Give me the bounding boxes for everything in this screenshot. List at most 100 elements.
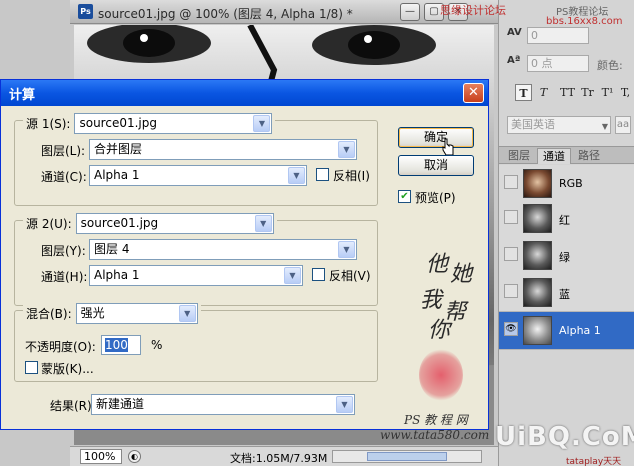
baseline-row: Aª 0 点 颜色:: [499, 52, 634, 76]
tracking-icon: AV: [507, 27, 522, 38]
channel-thumbnail: [523, 241, 552, 270]
blending-legend: 混合(B): 强光 ▼: [23, 303, 201, 324]
cancel-button[interactable]: 取消: [398, 155, 474, 176]
visibility-toggle[interactable]: [504, 175, 518, 189]
source2-label: 源 2(U):: [26, 217, 72, 231]
hand-cursor-icon: [442, 138, 454, 156]
faux-bold-button[interactable]: T: [515, 84, 532, 101]
opacity-input[interactable]: 100: [101, 335, 141, 355]
source1-label: 源 1(S):: [26, 117, 71, 131]
channel-name: 蓝: [559, 288, 570, 301]
channel-name: 红: [559, 214, 570, 227]
document-title: source01.jpg @ 100% (图层 4, Alpha 1/8) *: [98, 7, 353, 21]
document-titlebar[interactable]: Ps source01.jpg @ 100% (图层 4, Alpha 1/8)…: [70, 0, 498, 24]
calligraphy-char: 我: [420, 288, 443, 313]
faux-italic-button[interactable]: T: [535, 84, 552, 101]
small-caps-button[interactable]: Tr: [579, 84, 596, 101]
subscript-button[interactable]: T,: [617, 84, 634, 101]
mask-label[interactable]: 蒙版(K)...: [41, 360, 94, 377]
opacity-value: 100: [105, 338, 128, 352]
result-value: 新建通道: [96, 397, 145, 411]
channel-row-rgb[interactable]: RGB: [499, 165, 634, 203]
channel-row-red[interactable]: 红: [499, 200, 634, 238]
mask-checkbox[interactable]: [25, 361, 38, 374]
tab-paths[interactable]: 路径: [573, 148, 605, 164]
chevron-down-icon: ▼: [284, 267, 301, 284]
visibility-toggle[interactable]: [504, 247, 518, 261]
source1-channel-label: 通道(C):: [41, 170, 87, 184]
calligraphy-char: 他: [426, 252, 449, 277]
top-watermark-3: bbs.16xx8.com: [546, 16, 623, 27]
channel-thumbnail: [523, 278, 552, 307]
preview-checkbox[interactable]: ✔: [398, 190, 411, 203]
channel-row-blue[interactable]: 蓝: [499, 274, 634, 312]
tab-layers[interactable]: 图层: [503, 148, 535, 164]
document-size-text[interactable]: 文档:1.05M/7.93M: [230, 450, 327, 466]
source2-invert-checkbox[interactable]: [312, 268, 325, 281]
source1-invert-checkbox[interactable]: [316, 168, 329, 181]
watermark-site-url: www.tata580.com: [380, 428, 490, 442]
visibility-toggle[interactable]: [504, 210, 518, 224]
status-info-icon[interactable]: ◐: [128, 450, 141, 463]
anti-alias-select[interactable]: aa: [615, 116, 631, 134]
tab-channels[interactable]: 通道: [537, 148, 571, 164]
visibility-toggle[interactable]: [504, 284, 518, 298]
source2-layer-select[interactable]: 图层 4 ▼: [89, 239, 357, 260]
source2-file-value: source01.jpg: [80, 216, 159, 230]
dialog-titlebar[interactable]: 计算 ✕: [1, 80, 488, 106]
ok-button[interactable]: 确定: [398, 127, 474, 148]
source2-legend: 源 2(U): source01.jpg ▼: [23, 213, 277, 234]
source1-layer-select[interactable]: 合并图层 ▼: [89, 139, 357, 160]
source2-channel-select[interactable]: Alpha 1 ▼: [89, 265, 303, 286]
scrollbar-thumb[interactable]: [367, 452, 447, 461]
blending-group: 混合(B): 强光 ▼ 不透明度(O): 100 % 蒙版(K)...: [14, 303, 378, 382]
source2-group: 源 2(U): source01.jpg ▼ 图层(Y): 图层 4 ▼ 通道(…: [14, 213, 378, 306]
dialog-close-button[interactable]: ✕: [463, 83, 484, 103]
baseline-shift-icon: Aª: [507, 55, 521, 66]
brand-watermark-sub: tataplay天天: [566, 457, 622, 466]
source1-legend: 源 1(S): source01.jpg ▼: [23, 113, 276, 134]
chevron-down-icon: ▼: [288, 167, 305, 184]
calligraphy-char: 她: [450, 262, 473, 287]
channel-name: 绿: [559, 251, 570, 264]
source2-layer-value: 图层 4: [94, 242, 130, 256]
tracking-field[interactable]: 0: [527, 27, 589, 44]
seal-stamp-icon: [419, 349, 463, 401]
photoshop-icon: Ps: [78, 4, 93, 19]
language-value: 美国英语: [511, 118, 555, 131]
baseline-shift-field[interactable]: 0 点: [527, 55, 589, 72]
channel-thumbnail: [523, 316, 552, 345]
language-select[interactable]: 美国英语 ▼: [507, 116, 611, 134]
channel-name: RGB: [559, 177, 583, 190]
source2-invert-label: 反相(V): [329, 269, 371, 283]
minimize-button[interactable]: —: [400, 3, 420, 21]
horizontal-scrollbar[interactable]: [332, 450, 482, 463]
dialog-body: 源 1(S): source01.jpg ▼ 图层(L): 合并图层 ▼ 通道(…: [4, 106, 489, 442]
top-watermark: 思缘设计论坛: [440, 4, 506, 17]
source1-layer-label: 图层(L):: [41, 144, 86, 158]
source2-channel-label: 通道(H):: [41, 270, 88, 284]
calligraphy-char: 你: [428, 318, 451, 343]
panel-tabs: 图层 通道 路径: [499, 146, 634, 164]
chevron-down-icon: ▼: [601, 122, 608, 131]
result-select[interactable]: 新建通道 ▼: [91, 394, 355, 415]
blending-mode-select[interactable]: 强光 ▼: [75, 303, 198, 324]
watermark-site-name: PS 教 程 网: [404, 413, 468, 427]
zoom-field[interactable]: 100%: [80, 449, 122, 464]
superscript-button[interactable]: T¹: [599, 84, 616, 101]
source1-channel-select[interactable]: Alpha 1 ▼: [89, 165, 307, 186]
channel-row-green[interactable]: 绿: [499, 237, 634, 275]
result-label: 结果(R):: [50, 399, 96, 413]
source1-layer-value: 合并图层: [94, 142, 143, 156]
all-caps-button[interactable]: TT: [559, 84, 576, 101]
eye-icon[interactable]: 👁: [504, 322, 518, 336]
channel-row-alpha[interactable]: 👁 Alpha 1: [499, 312, 634, 350]
source1-file-select[interactable]: source01.jpg ▼: [74, 113, 273, 134]
chevron-down-icon: ▼: [336, 396, 353, 413]
chevron-down-icon: ▼: [178, 305, 196, 322]
source2-channel-value: Alpha 1: [94, 268, 140, 282]
source2-layer-label: 图层(Y):: [41, 244, 86, 258]
opacity-label: 不透明度(O):: [25, 340, 96, 354]
source1-group: 源 1(S): source01.jpg ▼ 图层(L): 合并图层 ▼ 通道(…: [14, 113, 378, 206]
source2-file-select[interactable]: source01.jpg ▼: [75, 213, 274, 234]
